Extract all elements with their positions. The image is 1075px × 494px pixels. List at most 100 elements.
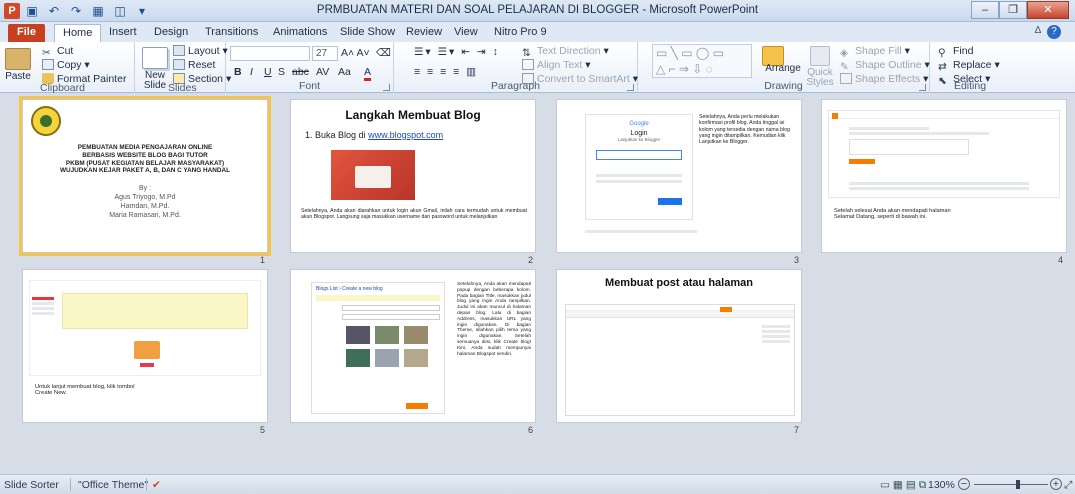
- tab-home[interactable]: Home: [54, 24, 102, 42]
- blogspot-link[interactable]: www.blogspot.com: [368, 130, 443, 140]
- blogger-screenshot-image: [331, 150, 415, 200]
- theme-name[interactable]: "Office Theme": [78, 479, 148, 491]
- shadow-button[interactable]: S: [278, 66, 285, 78]
- new-slide-button[interactable]: New Slide: [139, 47, 171, 91]
- paste-button[interactable]: Paste: [4, 48, 32, 82]
- list-buttons[interactable]: ☰▾ ☰▾ ⇤ ⇥ ↕: [414, 46, 500, 58]
- slide1-title-line: BERBASIS WEBSITE BLOG BAGI TUTOR: [82, 151, 208, 159]
- university-logo: [31, 106, 61, 136]
- replace-button[interactable]: ⇄ Replace ▾: [938, 59, 1000, 73]
- cut-label: Cut: [57, 45, 74, 57]
- change-case-button[interactable]: Aa: [338, 66, 351, 78]
- font-group-label: Font: [298, 80, 320, 92]
- text-direction-label: Text Direction: [537, 45, 601, 57]
- spellcheck-icon[interactable]: ✔: [152, 479, 161, 491]
- slide1-by: By :: [138, 185, 152, 192]
- binoculars-icon: ⚲: [938, 47, 946, 59]
- font-name-select[interactable]: [230, 46, 310, 61]
- create-blog-dialog-screenshot: Blogs List › Create a new blog: [311, 282, 445, 414]
- slide1-title-line: PEMBUATAN MEDIA PENGAJARAN ONLINE: [77, 144, 213, 151]
- zoom-in-button[interactable]: +: [1050, 478, 1062, 490]
- slide-number-6: 6: [528, 425, 534, 435]
- slide-number-2: 2: [528, 255, 534, 265]
- tab-animations[interactable]: Animations: [265, 24, 335, 42]
- shape-fill-label: Shape Fill: [855, 45, 902, 57]
- slide1-title-line: WUJUDKAN KEJAR PAKET A, B, DAN C YANG HA…: [59, 167, 231, 175]
- bold-button[interactable]: B: [234, 66, 242, 78]
- zoom-slider[interactable]: [974, 484, 1048, 485]
- shapes-gallery[interactable]: ▭ ╲ ▭ ◯ ▭ △ ⌐ ⇒ ⇩ ◌: [652, 44, 752, 78]
- paragraph-dialog-launcher[interactable]: [627, 84, 634, 91]
- tab-slide-show[interactable]: Slide Show: [332, 24, 403, 42]
- tab-transitions[interactable]: Transitions: [197, 24, 266, 42]
- slide-number-4: 4: [1058, 255, 1064, 265]
- shape-fill-button[interactable]: ◈ Shape Fill ▾: [840, 45, 910, 59]
- paragraph-group-label: Paragraph: [490, 80, 541, 92]
- cut-button[interactable]: ✂ Cut: [42, 45, 74, 59]
- tab-insert[interactable]: Insert: [101, 24, 145, 42]
- slide-thumbnail-4[interactable]: Setelah selesai Anda akan mendapati hala…: [821, 99, 1067, 253]
- font-size-select[interactable]: 27: [312, 46, 338, 61]
- slide-thumbnail-1[interactable]: PEMBUATAN MEDIA PENGAJARAN ONLINE BERBAS…: [19, 96, 271, 256]
- fit-to-window-icon[interactable]: ⤢: [1064, 479, 1072, 492]
- slide1-author: Hamdan, M.Pd.: [120, 203, 170, 210]
- slide3-caption: Setelahnya, Anda perlu melakukan konfirm…: [699, 114, 790, 146]
- underline-button[interactable]: U: [264, 66, 272, 78]
- char-spacing-button[interactable]: AV: [316, 66, 329, 78]
- minimize-button[interactable]: –: [971, 1, 999, 19]
- copy-button[interactable]: Copy ▾: [42, 59, 90, 71]
- restore-button[interactable]: ❐: [999, 1, 1027, 19]
- shape-outline-button[interactable]: ✎ Shape Outline ▾: [840, 59, 930, 73]
- scissors-icon: ✂: [42, 47, 51, 59]
- tab-design[interactable]: Design: [146, 24, 196, 42]
- close-button[interactable]: ✕: [1027, 1, 1069, 19]
- zoom-level[interactable]: 130%: [928, 479, 955, 491]
- slide-sorter-area[interactable]: PEMBUATAN MEDIA PENGAJARAN ONLINE BERBAS…: [0, 93, 1075, 474]
- quick-styles-icon: [810, 46, 830, 66]
- help-icon[interactable]: ?: [1047, 25, 1061, 39]
- shape-outline-label: Shape Outline: [855, 59, 922, 71]
- find-label: Find: [953, 45, 974, 57]
- slide-thumbnail-7[interactable]: Membuat post atau halaman: [556, 269, 802, 423]
- view-buttons[interactable]: ▭▦▤⧉: [880, 479, 929, 492]
- arrange-button[interactable]: Arrange: [758, 64, 808, 74]
- paste-icon: [5, 48, 31, 70]
- layout-button[interactable]: Layout ▾: [173, 45, 228, 57]
- alignment-buttons[interactable]: ≡ ≡ ≡ ≡ ▥: [414, 66, 478, 78]
- slide2-caption: Setelahnya, Anda akan diarahkan untuk lo…: [301, 208, 527, 221]
- font-color-button[interactable]: A: [364, 66, 372, 81]
- post-editor-screenshot: [565, 304, 795, 416]
- slide-thumbnail-3[interactable]: Google Login Lanjutkan ke Blogger Setela…: [556, 99, 802, 253]
- tab-nitro-pro[interactable]: Nitro Pro 9: [486, 24, 555, 42]
- zoom-out-button[interactable]: −: [958, 478, 970, 490]
- text-direction-button[interactable]: ⇅ Text Direction ▾: [522, 45, 609, 59]
- drawing-dialog-launcher[interactable]: [919, 84, 926, 91]
- minimize-ribbon-icon[interactable]: ∆: [1035, 25, 1041, 36]
- clear-formatting-icon[interactable]: ⌫: [376, 47, 391, 59]
- slide2-item: Buka Blog di: [315, 130, 366, 140]
- align-text-button[interactable]: Align Text ▾: [522, 59, 591, 71]
- group-editing: ⚲ Find ⇄ Replace ▾ ⬉ Select ▾ Editing: [930, 42, 1010, 93]
- slide-thumbnail-2[interactable]: Langkah Membuat Blog 1. Buka Blog di www…: [290, 99, 536, 253]
- window-title: PRMBUATAN MATERI DAN SOAL PELAJARAN DI B…: [316, 4, 759, 16]
- window-controls: – ❐ ✕: [971, 1, 1069, 19]
- italic-button[interactable]: I: [250, 66, 253, 78]
- group-drawing: ▭ ╲ ▭ ◯ ▭ △ ⌐ ⇒ ⇩ ◌ Arrange Quick Styles …: [638, 42, 930, 93]
- align-text-label: Align Text: [537, 59, 583, 71]
- slide-number-3: 3: [794, 255, 800, 265]
- reset-button[interactable]: Reset: [173, 59, 215, 71]
- find-button[interactable]: ⚲ Find: [938, 45, 974, 59]
- tab-review[interactable]: Review: [398, 24, 450, 42]
- zoom-slider-thumb[interactable]: [1016, 480, 1020, 489]
- ribbon-tabs: File Home Insert Design Transitions Anim…: [0, 22, 1075, 42]
- slide-thumbnail-5[interactable]: Untuk lanjut membuat blog, klik tombol C…: [22, 269, 268, 423]
- font-dialog-launcher[interactable]: [383, 84, 390, 91]
- tab-view[interactable]: View: [446, 24, 486, 42]
- slide1-author: Agus Triyogo, M.Pd: [114, 194, 176, 201]
- tab-file[interactable]: File: [8, 24, 45, 42]
- slide-thumbnail-6[interactable]: Blogs List › Create a new blog Setelahny…: [290, 269, 536, 423]
- align-text-icon: [522, 59, 534, 70]
- grow-font-button[interactable]: A˄ A˅: [341, 47, 370, 59]
- strikethrough-button[interactable]: abc: [292, 66, 309, 78]
- paint-bucket-icon: ◈: [840, 47, 849, 59]
